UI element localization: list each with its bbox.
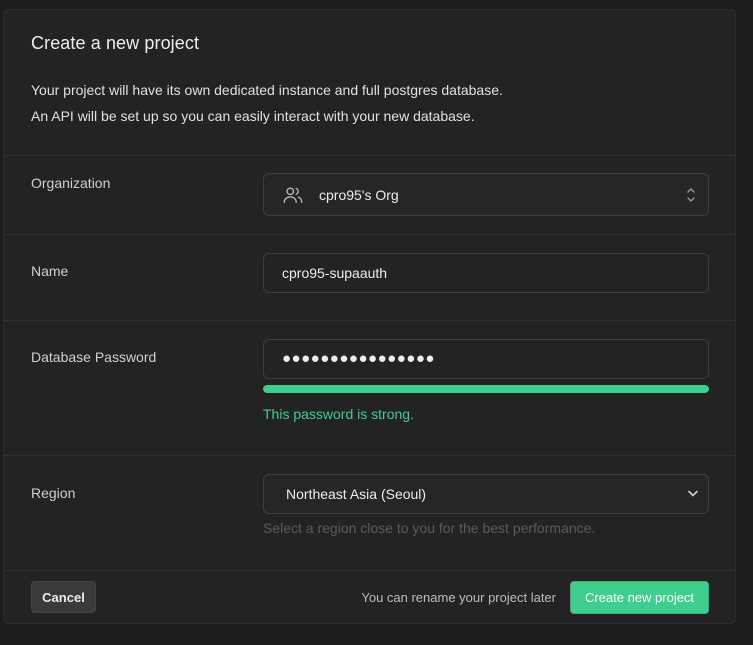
database-password-label: Database Password [31,349,157,365]
rename-note: You can rename your project later [361,590,556,605]
users-icon [283,187,303,203]
dialog-header: Create a new project Your project will h… [4,10,735,155]
password-strength-fill [263,385,709,393]
region-value: Northeast Asia (Seoul) [286,486,427,502]
organization-label: Organization [31,175,111,191]
chevron-down-icon [688,490,698,497]
dialog-footer: Cancel You can rename your project later… [4,571,735,623]
dialog-title: Create a new project [31,33,200,53]
database-password-value: ●●●●●●●●●●●●●●●● [282,350,435,367]
database-password-input[interactable]: ●●●●●●●●●●●●●●●● [263,339,709,379]
dialog-description-line-1: Your project will have its own dedicated… [31,82,503,98]
password-strength-bar [263,385,709,393]
region-hint: Select a region close to you for the bes… [263,520,596,536]
divider [4,234,735,235]
organization-value: cpro95's Org [319,187,399,203]
divider [4,155,735,156]
project-name-value: cpro95-supaauth [282,265,388,281]
name-label: Name [31,263,69,279]
cancel-button[interactable]: Cancel [31,581,96,613]
region-select[interactable]: Northeast Asia (Seoul) [263,474,709,514]
divider [4,320,735,321]
project-name-input[interactable]: cpro95-supaauth [263,253,709,293]
divider [4,455,735,456]
create-project-button[interactable]: Create new project [570,581,709,614]
region-label: Region [31,485,76,501]
chevron-up-down-icon [687,188,695,202]
dialog-description-line-2: An API will be set up so you can easily … [31,108,475,124]
create-project-dialog: Create a new project Your project will h… [3,9,736,624]
organization-select[interactable]: cpro95's Org [263,173,709,216]
password-strength-text: This password is strong. [263,406,414,422]
